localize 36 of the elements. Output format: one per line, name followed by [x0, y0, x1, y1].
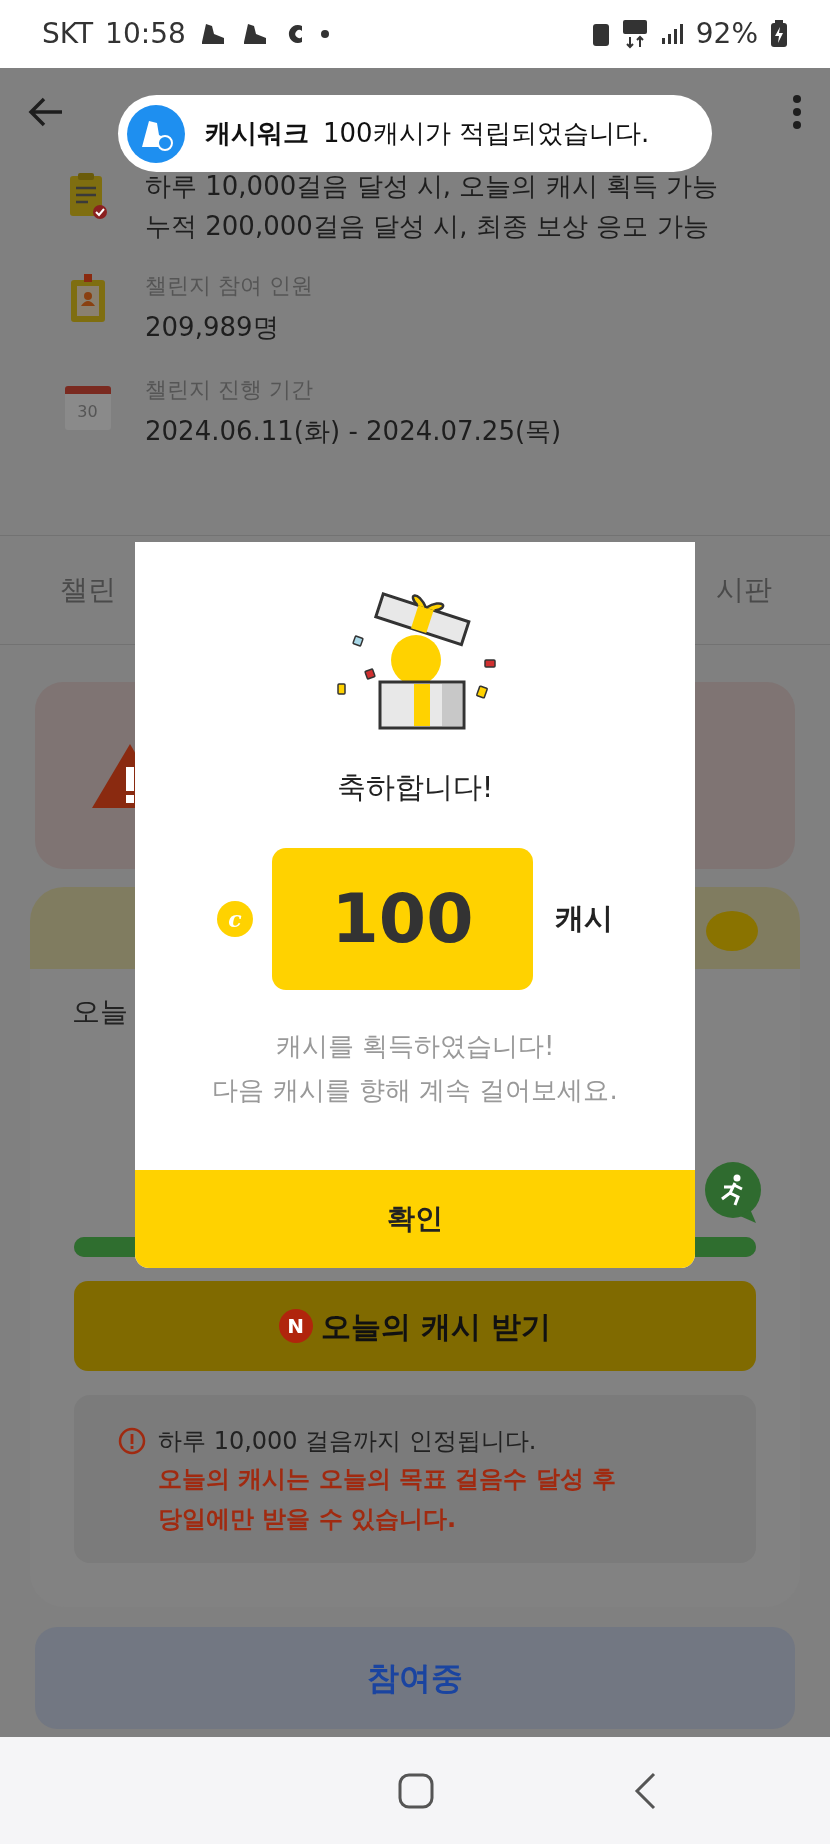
cash-unit: 캐시: [555, 899, 613, 937]
dialog-message: 다음 캐시를 향해 계속 걸어보세요.: [212, 1073, 618, 1107]
clipboard-icon: [67, 172, 108, 220]
dot-icon: [319, 29, 330, 39]
home-icon[interactable]: [398, 1772, 434, 1809]
alert-icon: [118, 1427, 146, 1455]
dialog-title: 축하합니다!: [336, 769, 494, 806]
battery-icon: [770, 20, 788, 48]
card-title: 오늘: [72, 994, 129, 1030]
more-menu-icon[interactable]: [792, 95, 802, 129]
rule-text: 누적 200,000걸음 달성 시, 최종 보상 응모 가능: [145, 210, 710, 243]
rule-text: 하루 10,000걸음 달성 시, 오늘의 캐시 획득 가능: [145, 170, 719, 203]
coin-icon: c: [217, 900, 253, 937]
dialog-message: 캐시를 획득하였습니다!: [275, 1029, 555, 1063]
clock-text: 10:58: [105, 16, 186, 52]
id-badge-icon: [68, 274, 107, 324]
info-value: 2024.06.11(화) - 2024.07.25(목): [145, 415, 562, 448]
notice-text: 하루 10,000 걸음까지 인정됩니다.: [158, 1426, 538, 1457]
back-icon[interactable]: [634, 1771, 656, 1810]
battery-text: 92%: [695, 16, 758, 52]
carrier-text: SKT: [42, 16, 94, 52]
claim-cash-button[interactable]: N 오늘의 캐시 받기: [74, 1281, 756, 1371]
toast-app-name: 캐시워크: [205, 117, 309, 150]
warning-text: 오늘의 캐시는 오늘의 목표 걸음수 달성 후: [158, 1464, 617, 1495]
back-arrow-icon[interactable]: [28, 96, 64, 128]
new-badge: N: [278, 1309, 313, 1343]
warning-text: 당일에만 받을 수 있습니다.: [158, 1504, 458, 1535]
toast-message: 100캐시가 적립되었습니다.: [323, 117, 650, 150]
app-logo-icon: [127, 104, 185, 163]
confirm-button[interactable]: 확인: [135, 1170, 695, 1268]
signal-icon: [659, 22, 684, 46]
network-icon: [621, 19, 648, 49]
participating-button[interactable]: 참여중: [35, 1627, 795, 1729]
running-person-icon: [704, 1161, 762, 1223]
info-value: 209,989명: [145, 311, 280, 344]
cash-amount: 100: [272, 847, 533, 990]
